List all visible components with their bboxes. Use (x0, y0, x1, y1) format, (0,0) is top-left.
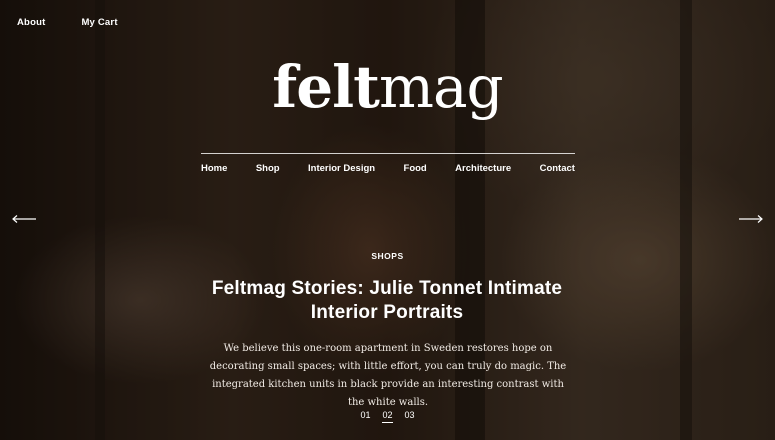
nav-item-shop[interactable]: Shop (256, 163, 280, 174)
nav-item-interior-design[interactable]: Interior Design (308, 163, 375, 174)
logo-light-text: mag (378, 53, 504, 121)
my-cart-link[interactable]: My Cart (81, 17, 117, 28)
arrow-right-icon[interactable] (739, 214, 763, 224)
slider-pagination: 01 02 03 (0, 410, 775, 423)
nav-item-architecture[interactable]: Architecture (455, 163, 511, 174)
slide-dot-1[interactable]: 01 (360, 410, 370, 423)
top-links: About My Cart (17, 17, 118, 28)
nav-item-contact[interactable]: Contact (540, 163, 575, 174)
arrow-left-icon[interactable] (12, 214, 36, 224)
logo-bold-text: felt (272, 53, 380, 121)
post-excerpt: We believe this one-room apartment in Sw… (209, 343, 567, 408)
nav-divider (201, 153, 575, 154)
nav-item-home[interactable]: Home (201, 163, 227, 174)
post-title[interactable]: Feltmag Stories: Julie Tonnet Intimate I… (187, 277, 587, 325)
about-link[interactable]: About (17, 17, 45, 28)
post-category[interactable]: SHOPS (0, 251, 775, 261)
slide-dot-2[interactable]: 02 (382, 410, 393, 423)
nav-item-food[interactable]: Food (404, 163, 427, 174)
slide-dot-3[interactable]: 03 (405, 410, 415, 423)
site-logo[interactable]: feltmag (0, 58, 775, 116)
main-nav: Home Shop Interior Design Food Architect… (201, 163, 575, 174)
